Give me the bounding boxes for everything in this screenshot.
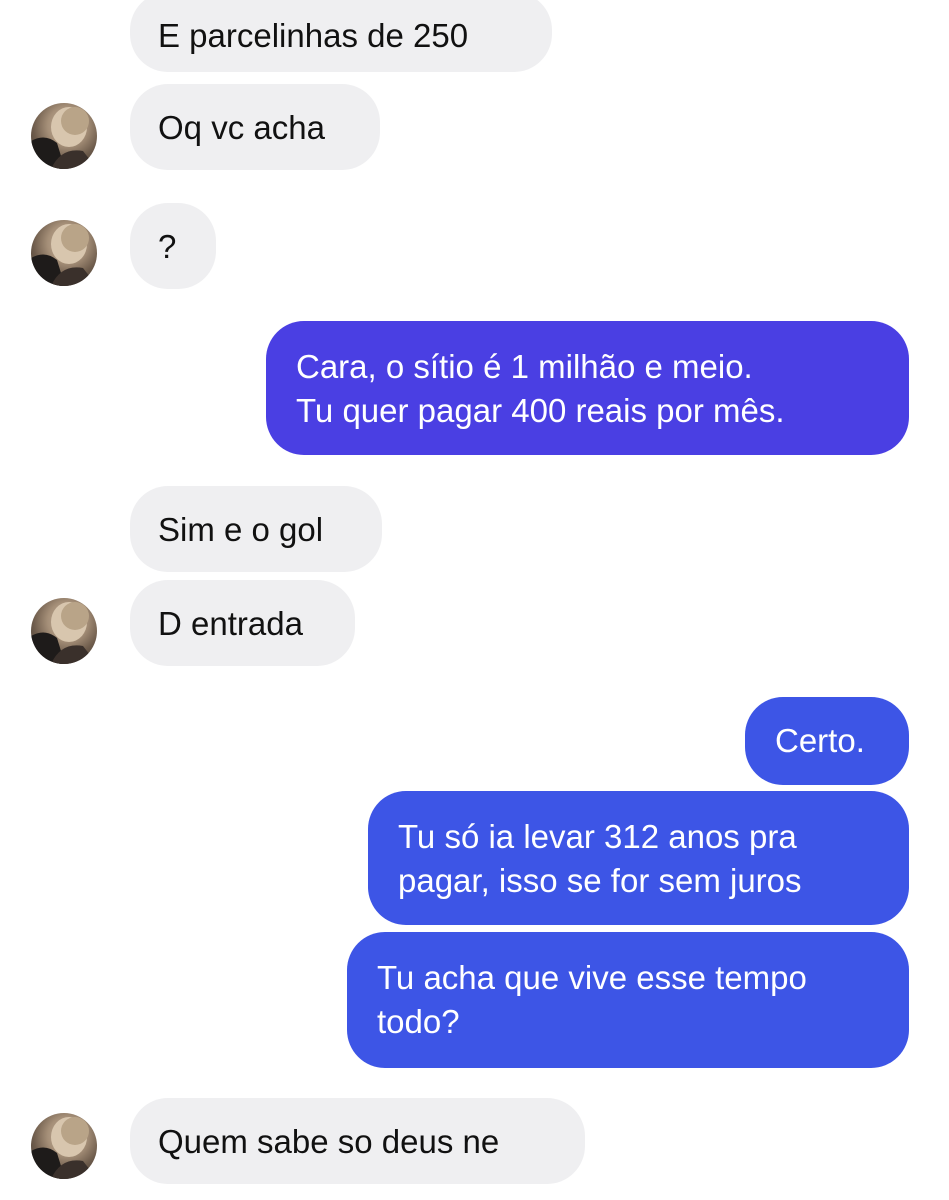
contact-avatar[interactable] [31,220,97,286]
incoming-message[interactable]: Quem sabe so deus ne [130,1098,585,1184]
message-text: E parcelinhas de 250 [158,17,469,54]
outgoing-message[interactable]: Certo. [745,697,909,785]
incoming-message[interactable]: E parcelinhas de 250 [130,0,552,72]
message-text: Certo. [775,722,865,759]
contact-avatar[interactable] [31,103,97,169]
contact-avatar[interactable] [31,598,97,664]
message-text-line: Tu só ia levar 312 anos pra [398,818,797,855]
message-text: Quem sabe so deus ne [158,1123,500,1160]
message-text-line: pagar, isso se for sem juros [398,862,802,899]
message-text-line: Tu acha que vive esse tempo [377,959,807,996]
contact-avatar[interactable] [31,1113,97,1179]
outgoing-message[interactable]: Tu só ia levar 312 anos pra pagar, isso … [368,791,909,925]
message-text: Sim e o gol [158,511,324,548]
message-text: D entrada [158,605,303,642]
message-text-line: todo? [377,1003,460,1040]
incoming-message[interactable]: Sim e o gol [130,486,382,572]
outgoing-message[interactable]: Cara, o sítio é 1 milhão e meio. Tu quer… [266,321,909,455]
message-text-line: Cara, o sítio é 1 milhão e meio. [296,348,753,385]
chat-thread: E parcelinhas de 250 Oq vc acha ? Cara, … [0,0,949,1200]
avatar-photo-icon [31,602,97,664]
outgoing-message[interactable]: Tu acha que vive esse tempo todo? [347,932,909,1068]
incoming-message[interactable]: ? [130,203,216,289]
message-text: Oq vc acha [158,109,325,146]
avatar-photo-icon [31,1117,97,1179]
message-text: ? [158,228,177,265]
avatar-photo-icon [31,107,97,169]
message-text-line: Tu quer pagar 400 reais por mês. [296,392,785,429]
incoming-message[interactable]: D entrada [130,580,355,666]
incoming-message[interactable]: Oq vc acha [130,84,380,170]
avatar-photo-icon [31,224,97,286]
